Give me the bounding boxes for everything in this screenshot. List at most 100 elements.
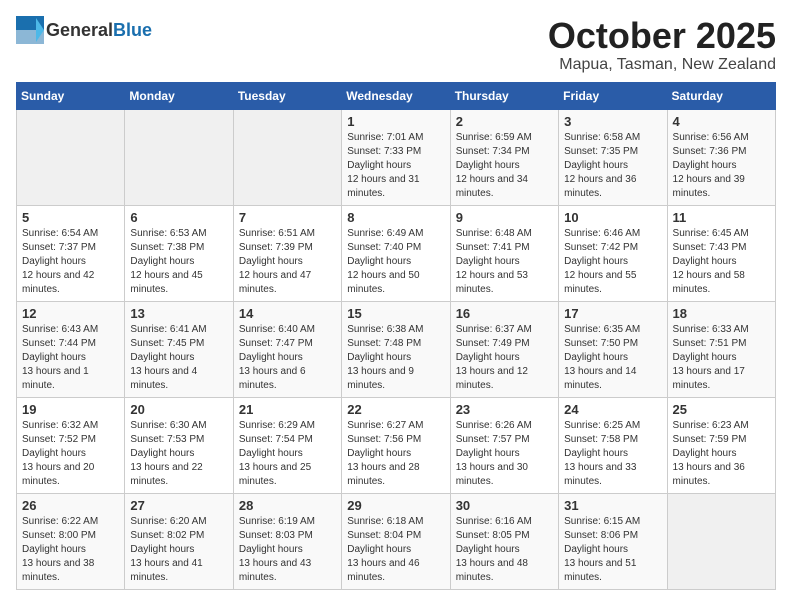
calendar-week-row: 1 Sunrise: 7:01 AMSunset: 7:33 PMDaylight… xyxy=(17,109,776,205)
calendar-cell: 19 Sunrise: 6:32 AMSunset: 7:52 PMDayligh… xyxy=(17,397,125,493)
calendar-cell: 28 Sunrise: 6:19 AMSunset: 8:03 PMDayligh… xyxy=(233,493,341,589)
calendar-cell: 1 Sunrise: 7:01 AMSunset: 7:33 PMDaylight… xyxy=(342,109,450,205)
location-title: Mapua, Tasman, New Zealand xyxy=(548,56,776,74)
column-header-saturday: Saturday xyxy=(667,82,775,109)
calendar-cell: 14 Sunrise: 6:40 AMSunset: 7:47 PMDayligh… xyxy=(233,301,341,397)
day-number: 8 xyxy=(347,210,444,225)
calendar-cell: 3Sunrise: 6:58 AMSunset: 7:35 PMDaylight… xyxy=(559,109,667,205)
day-detail: Sunrise: 6:41 AMSunset: 7:45 PMDaylight … xyxy=(130,323,227,393)
calendar-cell: 31 Sunrise: 6:15 AMSunset: 8:06 PMDayligh… xyxy=(559,493,667,589)
calendar-cell: 29 Sunrise: 6:18 AMSunset: 8:04 PMDayligh… xyxy=(342,493,450,589)
day-detail: Sunrise: 6:25 AMSunset: 7:58 PMDaylight … xyxy=(564,419,661,489)
logo-general: General xyxy=(46,20,113,40)
logo: GeneralBlue xyxy=(16,16,152,44)
day-detail: Sunrise: 6:19 AMSunset: 8:03 PMDaylight … xyxy=(239,515,336,585)
calendar-header-row: SundayMondayTuesdayWednesdayThursdayFrid… xyxy=(17,82,776,109)
calendar-cell: 15Sunrise: 6:38 AMSunset: 7:48 PMDayligh… xyxy=(342,301,450,397)
day-detail: Sunrise: 6:49 AMSunset: 7:40 PMDaylight … xyxy=(347,227,444,297)
calendar-cell: 26 Sunrise: 6:22 AMSunset: 8:00 PMDayligh… xyxy=(17,493,125,589)
day-detail: Sunrise: 6:45 AMSunset: 7:43 PMDaylight … xyxy=(673,227,770,297)
day-detail: Sunrise: 6:32 AMSunset: 7:52 PMDaylight … xyxy=(22,419,119,489)
title-area: October 2025 Mapua, Tasman, New Zealand xyxy=(548,16,776,74)
day-number: 9 xyxy=(456,210,553,225)
day-number: 21 xyxy=(239,402,336,417)
day-detail: Sunrise: 6:16 AMSunset: 8:05 PMDaylight … xyxy=(456,515,553,585)
day-number: 19 xyxy=(22,402,119,417)
calendar-week-row: 19 Sunrise: 6:32 AMSunset: 7:52 PMDayligh… xyxy=(17,397,776,493)
column-header-sunday: Sunday xyxy=(17,82,125,109)
day-number: 30 xyxy=(456,498,553,513)
calendar-cell xyxy=(17,109,125,205)
calendar-cell: 22 Sunrise: 6:27 AMSunset: 7:56 PMDayligh… xyxy=(342,397,450,493)
calendar-cell: 27 Sunrise: 6:20 AMSunset: 8:02 PMDayligh… xyxy=(125,493,233,589)
calendar-cell xyxy=(233,109,341,205)
calendar-cell: 16 Sunrise: 6:37 AMSunset: 7:49 PMDayligh… xyxy=(450,301,558,397)
day-number: 22 xyxy=(347,402,444,417)
day-detail: Sunrise: 6:29 AMSunset: 7:54 PMDaylight … xyxy=(239,419,336,489)
day-number: 2 xyxy=(456,114,553,129)
day-detail: Sunrise: 6:56 AMSunset: 7:36 PMDaylight … xyxy=(673,131,770,201)
calendar-cell xyxy=(125,109,233,205)
day-number: 14 xyxy=(239,306,336,321)
calendar-cell: 23Sunrise: 6:26 AMSunset: 7:57 PMDayligh… xyxy=(450,397,558,493)
day-number: 13 xyxy=(130,306,227,321)
day-detail: Sunrise: 6:54 AMSunset: 7:37 PMDaylight … xyxy=(22,227,119,297)
day-detail: Sunrise: 6:58 AMSunset: 7:35 PMDaylight … xyxy=(564,131,661,201)
calendar-cell: 24 Sunrise: 6:25 AMSunset: 7:58 PMDayligh… xyxy=(559,397,667,493)
day-detail: Sunrise: 6:20 AMSunset: 8:02 PMDaylight … xyxy=(130,515,227,585)
calendar-cell: 21 Sunrise: 6:29 AMSunset: 7:54 PMDayligh… xyxy=(233,397,341,493)
day-detail: Sunrise: 7:01 AMSunset: 7:33 PMDaylight … xyxy=(347,131,444,201)
day-detail: Sunrise: 6:27 AMSunset: 7:56 PMDaylight … xyxy=(347,419,444,489)
day-number: 27 xyxy=(130,498,227,513)
day-detail: Sunrise: 6:51 AMSunset: 7:39 PMDaylight … xyxy=(239,227,336,297)
calendar-body: 1 Sunrise: 7:01 AMSunset: 7:33 PMDaylight… xyxy=(17,109,776,589)
day-number: 6 xyxy=(130,210,227,225)
day-number: 31 xyxy=(564,498,661,513)
day-detail: Sunrise: 6:15 AMSunset: 8:06 PMDaylight … xyxy=(564,515,661,585)
day-number: 28 xyxy=(239,498,336,513)
column-header-thursday: Thursday xyxy=(450,82,558,109)
calendar-cell: 11 Sunrise: 6:45 AMSunset: 7:43 PMDayligh… xyxy=(667,205,775,301)
calendar-cell: 10 Sunrise: 6:46 AMSunset: 7:42 PMDayligh… xyxy=(559,205,667,301)
calendar-cell: 7 Sunrise: 6:51 AMSunset: 7:39 PMDaylight… xyxy=(233,205,341,301)
calendar-cell: 5 Sunrise: 6:54 AMSunset: 7:37 PMDaylight… xyxy=(17,205,125,301)
day-number: 26 xyxy=(22,498,119,513)
day-number: 24 xyxy=(564,402,661,417)
day-number: 17 xyxy=(564,306,661,321)
day-detail: Sunrise: 6:40 AMSunset: 7:47 PMDaylight … xyxy=(239,323,336,393)
day-number: 12 xyxy=(22,306,119,321)
day-detail: Sunrise: 6:23 AMSunset: 7:59 PMDaylight … xyxy=(673,419,770,489)
calendar-cell: 9Sunrise: 6:48 AMSunset: 7:41 PMDaylight… xyxy=(450,205,558,301)
calendar-cell: 25 Sunrise: 6:23 AMSunset: 7:59 PMDayligh… xyxy=(667,397,775,493)
day-number: 1 xyxy=(347,114,444,129)
day-detail: Sunrise: 6:18 AMSunset: 8:04 PMDaylight … xyxy=(347,515,444,585)
day-number: 25 xyxy=(673,402,770,417)
day-number: 7 xyxy=(239,210,336,225)
day-number: 4 xyxy=(673,114,770,129)
logo-blue: Blue xyxy=(113,20,152,40)
column-header-wednesday: Wednesday xyxy=(342,82,450,109)
day-detail: Sunrise: 6:22 AMSunset: 8:00 PMDaylight … xyxy=(22,515,119,585)
calendar-cell: 13 Sunrise: 6:41 AMSunset: 7:45 PMDayligh… xyxy=(125,301,233,397)
day-number: 10 xyxy=(564,210,661,225)
calendar-cell: 8 Sunrise: 6:49 AMSunset: 7:40 PMDaylight… xyxy=(342,205,450,301)
calendar-week-row: 12Sunrise: 6:43 AMSunset: 7:44 PMDayligh… xyxy=(17,301,776,397)
month-title: October 2025 xyxy=(548,16,776,56)
day-number: 18 xyxy=(673,306,770,321)
day-detail: Sunrise: 6:37 AMSunset: 7:49 PMDaylight … xyxy=(456,323,553,393)
day-detail: Sunrise: 6:30 AMSunset: 7:53 PMDaylight … xyxy=(130,419,227,489)
day-detail: Sunrise: 6:35 AMSunset: 7:50 PMDaylight … xyxy=(564,323,661,393)
day-detail: Sunrise: 6:53 AMSunset: 7:38 PMDaylight … xyxy=(130,227,227,297)
calendar-cell: 17 Sunrise: 6:35 AMSunset: 7:50 PMDayligh… xyxy=(559,301,667,397)
day-detail: Sunrise: 6:59 AMSunset: 7:34 PMDaylight … xyxy=(456,131,553,201)
day-detail: Sunrise: 6:26 AMSunset: 7:57 PMDaylight … xyxy=(456,419,553,489)
day-number: 20 xyxy=(130,402,227,417)
calendar-cell: 2 Sunrise: 6:59 AMSunset: 7:34 PMDaylight… xyxy=(450,109,558,205)
day-number: 29 xyxy=(347,498,444,513)
calendar-cell: 30 Sunrise: 6:16 AMSunset: 8:05 PMDayligh… xyxy=(450,493,558,589)
day-number: 5 xyxy=(22,210,119,225)
day-number: 16 xyxy=(456,306,553,321)
day-number: 11 xyxy=(673,210,770,225)
day-detail: Sunrise: 6:46 AMSunset: 7:42 PMDaylight … xyxy=(564,227,661,297)
page-header: GeneralBlue October 2025 Mapua, Tasman, … xyxy=(16,16,776,74)
